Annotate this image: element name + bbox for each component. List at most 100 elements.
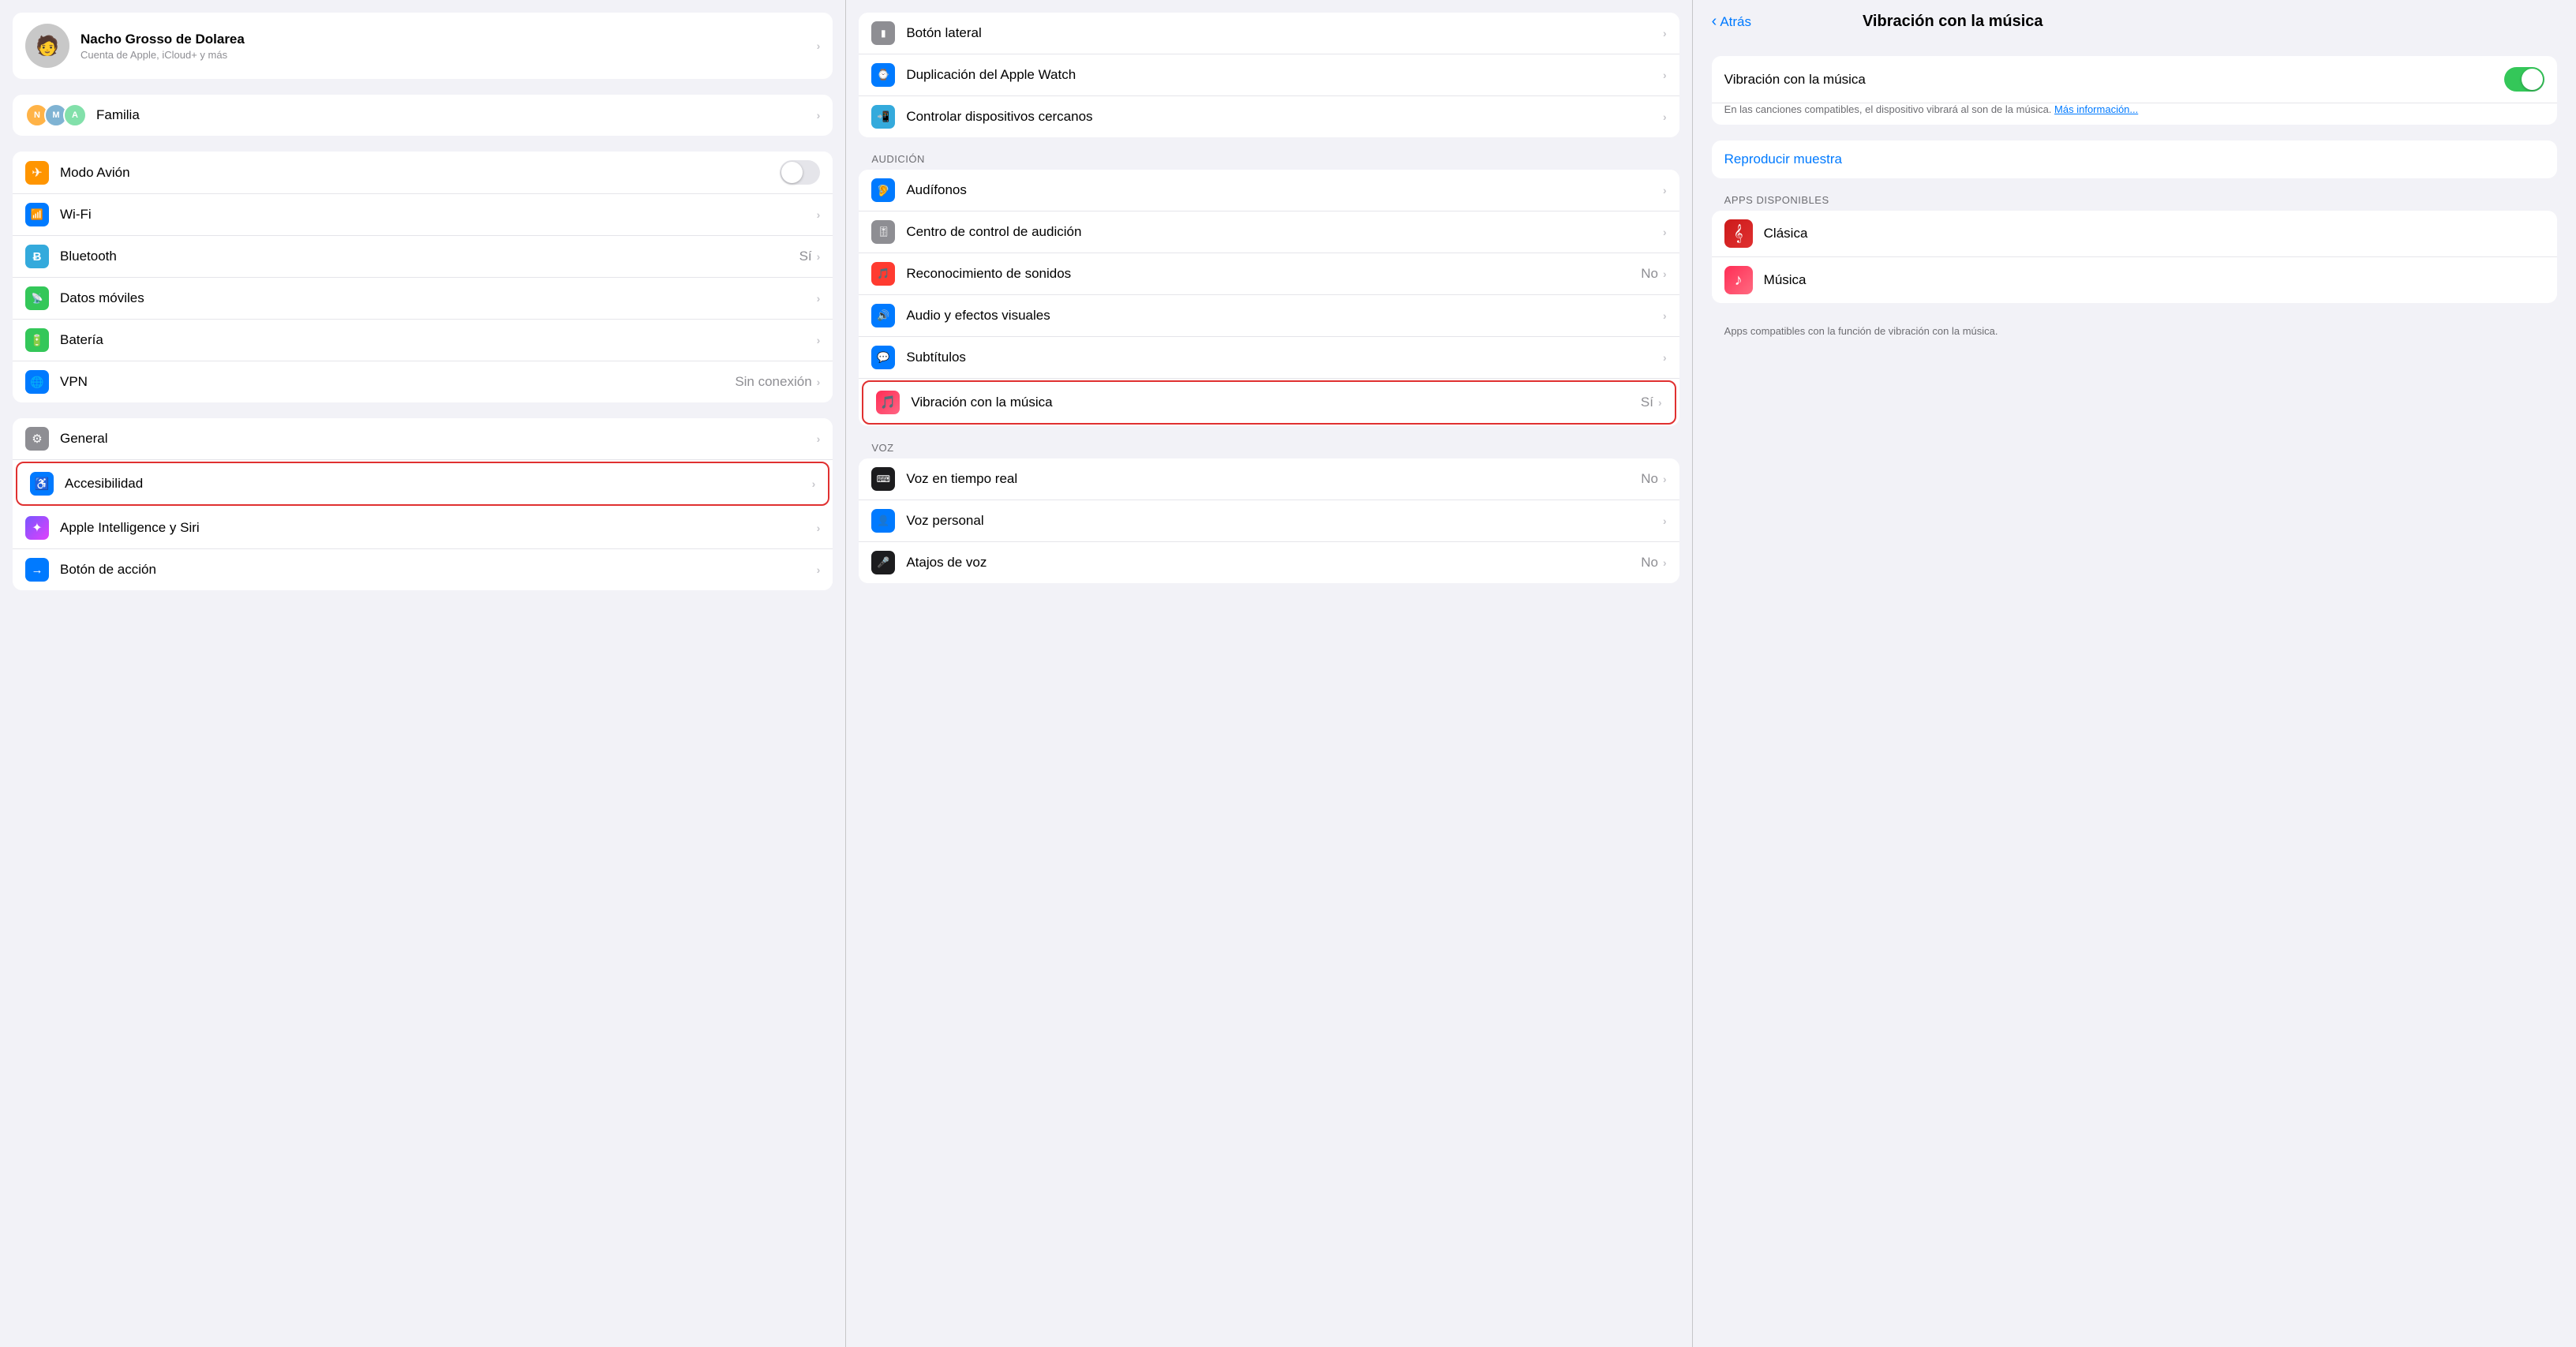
apps-group: 𝄞 Clásica ♪ Música: [1712, 211, 2557, 303]
chevron-icon: ›: [817, 334, 821, 346]
chevron-icon: ›: [817, 250, 821, 263]
sidebar-item-duplicacion-watch[interactable]: ⌚ Duplicación del Apple Watch ›: [859, 54, 1679, 96]
sidebar-item-audio-efectos[interactable]: 🔊 Audio y efectos visuales ›: [859, 295, 1679, 337]
sidebar-item-bluetooth[interactable]: Ƀ Bluetooth Sí ›: [13, 236, 833, 278]
wifi-label: Wi-Fi: [60, 207, 817, 223]
sidebar-item-boton-accion[interactable]: → Botón de acción ›: [13, 549, 833, 590]
profile-subtitle: Cuenta de Apple, iCloud+ y más: [80, 49, 817, 61]
controlar-dispositivos-icon: 📲: [871, 105, 895, 129]
chevron-icon: ›: [1663, 556, 1667, 569]
vpn-value: Sin conexión: [735, 374, 811, 390]
general-label: General: [60, 431, 817, 447]
boton-accion-icon: →: [25, 558, 49, 582]
sidebar-item-modo-avion[interactable]: ✈ Modo Avión: [13, 152, 833, 194]
sidebar-item-vpn[interactable]: 🌐 VPN Sin conexión ›: [13, 361, 833, 402]
sidebar-item-subtitulos[interactable]: 💬 Subtítulos ›: [859, 337, 1679, 379]
familia-avatars: N M A: [25, 103, 87, 127]
sidebar-item-voz-tiempo-real[interactable]: ⌨ Voz en tiempo real No ›: [859, 458, 1679, 500]
chevron-icon: ›: [817, 109, 821, 122]
chevron-icon: ›: [817, 376, 821, 388]
modo-avion-toggle[interactable]: [780, 160, 820, 185]
voz-personal-label: Voz personal: [906, 513, 1663, 529]
col3-title: Vibración con la música: [1751, 13, 2154, 31]
sidebar-item-vibracion-musica[interactable]: 🎵 Vibración con la música Sí ›: [862, 380, 1676, 425]
voz-header: VOZ: [846, 442, 1691, 458]
apps-header: APPS DISPONIBLES: [1712, 194, 2557, 211]
audicion-header: AUDICIÓN: [846, 153, 1691, 170]
sidebar-item-datos-moviles[interactable]: 📡 Datos móviles ›: [13, 278, 833, 320]
back-label: Atrás: [1720, 14, 1751, 30]
profile-row[interactable]: 🧑 Nacho Grosso de Dolarea Cuenta de Appl…: [13, 13, 833, 79]
sidebar-item-voz-personal[interactable]: 👤 Voz personal ›: [859, 500, 1679, 542]
chevron-icon: ›: [817, 432, 821, 445]
chevron-icon: ›: [1663, 184, 1667, 196]
sidebar-item-apple-intelligence[interactable]: ✦ Apple Intelligence y Siri ›: [13, 507, 833, 549]
back-chevron-icon: ‹: [1712, 13, 1717, 31]
chevron-icon: ›: [817, 39, 821, 52]
reproducir-muestra-link[interactable]: Reproducir muestra: [1712, 140, 2557, 178]
datos-moviles-icon: 📡: [25, 286, 49, 310]
atajos-voz-value: No: [1641, 555, 1658, 571]
musica-app-name: Música: [1764, 272, 1807, 288]
column-3: ‹ Atrás Vibración con la música Vibració…: [1692, 0, 2576, 1347]
chevron-icon: ›: [1663, 268, 1667, 280]
chevron-icon: ›: [817, 292, 821, 305]
column-1: 🧑 Nacho Grosso de Dolarea Cuenta de Appl…: [0, 0, 845, 1347]
duplicacion-watch-label: Duplicación del Apple Watch: [906, 67, 1663, 83]
subtitulos-label: Subtítulos: [906, 350, 1663, 365]
back-button[interactable]: ‹ Atrás: [1712, 13, 1751, 31]
sidebar-item-centro-control-audicion[interactable]: 🎚 Centro de control de audición ›: [859, 211, 1679, 253]
app-row-musica[interactable]: ♪ Música: [1712, 257, 2557, 303]
chevron-icon: ›: [817, 208, 821, 221]
clasica-app-icon: 𝄞: [1724, 219, 1753, 248]
sidebar-item-wifi[interactable]: 📶 Wi-Fi ›: [13, 194, 833, 236]
sidebar-item-audifonos[interactable]: 🦻 Audífonos ›: [859, 170, 1679, 211]
accesibilidad-icon: ♿: [30, 472, 54, 496]
chevron-icon: ›: [812, 477, 816, 490]
sidebar-item-bateria[interactable]: 🔋 Batería ›: [13, 320, 833, 361]
vibracion-musica-value: Sí: [1641, 395, 1653, 410]
modo-avion-label: Modo Avión: [60, 165, 780, 181]
sidebar-item-controlar-dispositivos[interactable]: 📲 Controlar dispositivos cercanos ›: [859, 96, 1679, 137]
chevron-icon: ›: [1663, 110, 1667, 123]
voz-group: ⌨ Voz en tiempo real No › 👤 Voz personal…: [859, 458, 1679, 583]
audio-efectos-label: Audio y efectos visuales: [906, 308, 1663, 324]
sidebar-item-atajos-voz[interactable]: 🎤 Atajos de voz No ›: [859, 542, 1679, 583]
chevron-icon: ›: [1663, 69, 1667, 81]
bateria-icon: 🔋: [25, 328, 49, 352]
app-row-clasica[interactable]: 𝄞 Clásica: [1712, 211, 2557, 257]
profile-name: Nacho Grosso de Dolarea: [80, 32, 817, 47]
wifi-icon: 📶: [25, 203, 49, 226]
sidebar-item-accesibilidad[interactable]: ♿ Accesibilidad ›: [16, 462, 829, 506]
bluetooth-value: Sí: [799, 249, 812, 264]
audifonos-label: Audífonos: [906, 182, 1663, 198]
centro-control-icon: 🎚: [871, 220, 895, 244]
toggle-description: En las canciones compatibles, el disposi…: [1712, 103, 2557, 125]
col3-header: ‹ Atrás Vibración con la música: [1712, 13, 2557, 40]
chevron-icon: ›: [1663, 473, 1667, 485]
toggle-knob: [781, 162, 803, 183]
toggle-label: Vibración con la música: [1724, 72, 2504, 88]
sidebar-item-boton-lateral[interactable]: ▮ Botón lateral ›: [859, 13, 1679, 54]
familia-label: Familia: [96, 107, 817, 123]
toggle-knob: [2522, 69, 2543, 90]
vpn-icon: 🌐: [25, 370, 49, 394]
chevron-icon: ›: [1663, 514, 1667, 527]
musica-app-icon: ♪: [1724, 266, 1753, 294]
voz-personal-icon: 👤: [871, 509, 895, 533]
atajos-voz-label: Atajos de voz: [906, 555, 1641, 571]
audifonos-icon: 🦻: [871, 178, 895, 202]
familia-row[interactable]: N M A Familia ›: [13, 95, 833, 136]
vibracion-musica-label: Vibración con la música: [911, 395, 1641, 410]
settings-group-2: ⚙ General › ♿ Accesibilidad › ✦ Apple In…: [13, 418, 833, 590]
atajos-voz-icon: 🎤: [871, 551, 895, 574]
modo-avion-icon: ✈: [25, 161, 49, 185]
reconocimiento-value: No: [1641, 266, 1658, 282]
mas-informacion-link[interactable]: Más información...: [2054, 103, 2138, 115]
sidebar-item-reconocimiento-sonidos[interactable]: 🎵 Reconocimiento de sonidos No ›: [859, 253, 1679, 295]
sidebar-item-general[interactable]: ⚙ General ›: [13, 418, 833, 460]
vibracion-toggle[interactable]: [2504, 67, 2544, 92]
general-icon: ⚙: [25, 427, 49, 451]
description-text: En las canciones compatibles, el disposi…: [1724, 103, 2052, 115]
boton-lateral-label: Botón lateral: [906, 25, 1663, 41]
